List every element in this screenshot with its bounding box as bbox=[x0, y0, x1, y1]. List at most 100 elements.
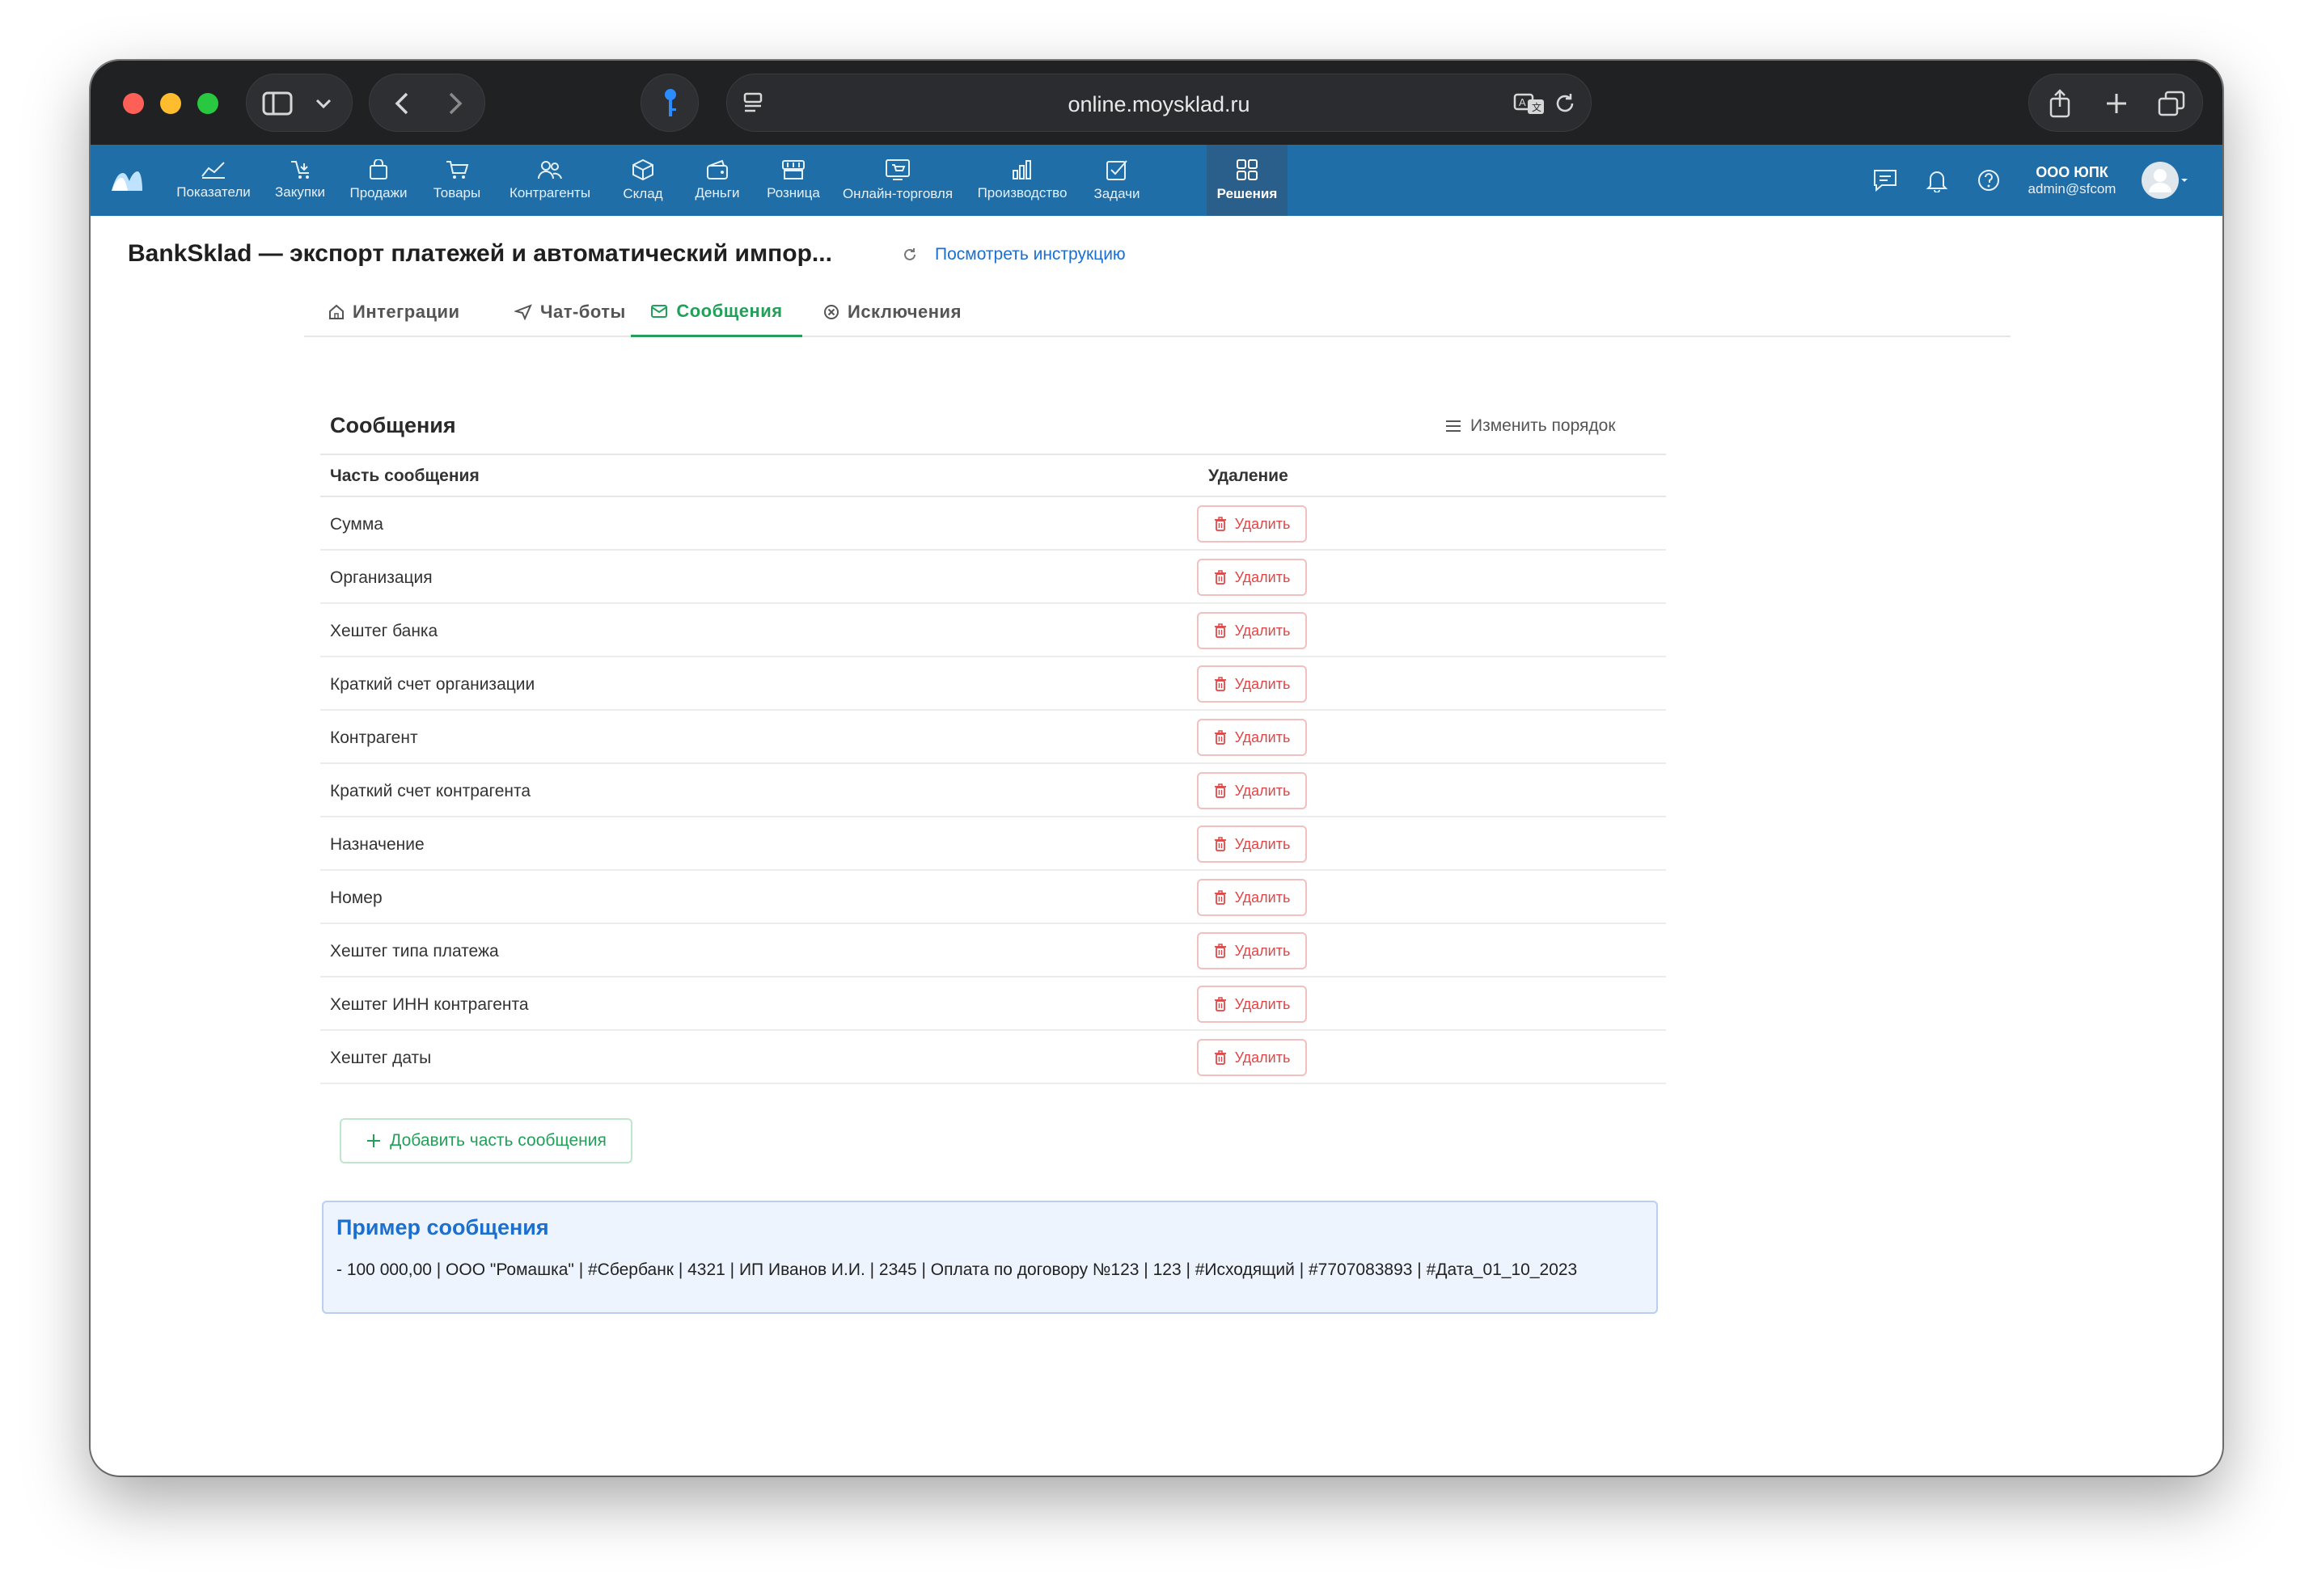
forward-arrow-icon[interactable] bbox=[441, 89, 470, 118]
add-label: Добавить часть сообщения bbox=[390, 1131, 607, 1150]
delete-label: Удалить bbox=[1234, 782, 1291, 799]
delete-button[interactable]: Удалить bbox=[1197, 879, 1307, 916]
row-label: Организация bbox=[330, 568, 433, 587]
nav-item-label: Закупки bbox=[275, 184, 325, 200]
nav-item-purchases[interactable]: Закупки bbox=[264, 145, 336, 216]
trash-icon bbox=[1214, 730, 1226, 745]
tab-exceptions[interactable]: Исключения bbox=[812, 287, 973, 337]
reload-icon[interactable] bbox=[1550, 89, 1579, 118]
help-icon[interactable] bbox=[1968, 145, 2009, 216]
account-info[interactable]: ООО ЮПК admin@sfcom bbox=[2015, 145, 2129, 216]
tab-label: Интеграции bbox=[353, 302, 460, 322]
back-arrow-icon[interactable] bbox=[387, 89, 417, 118]
delete-label: Удалить bbox=[1234, 568, 1291, 585]
instruction-link-group[interactable]: Посмотреть инструкцию bbox=[903, 245, 1126, 264]
reorder-button[interactable]: Изменить порядок bbox=[1444, 416, 1616, 436]
nav-item-tasks[interactable]: Задачи bbox=[1082, 145, 1152, 216]
nav-item-retail[interactable]: Розница bbox=[755, 145, 831, 216]
delete-button[interactable]: Удалить bbox=[1197, 505, 1307, 543]
nav-item-warehouse[interactable]: Склад bbox=[608, 145, 678, 216]
example-title: Пример сообщения bbox=[336, 1215, 549, 1239]
add-message-part-button[interactable]: Добавить часть сообщения bbox=[340, 1118, 632, 1163]
home-icon bbox=[329, 304, 344, 319]
instruction-link[interactable]: Посмотреть инструкцию bbox=[935, 245, 1126, 264]
delete-label: Удалить bbox=[1234, 728, 1291, 745]
delete-button[interactable]: Удалить bbox=[1197, 1039, 1307, 1076]
tab-overview-icon[interactable] bbox=[2155, 87, 2188, 120]
nav-item-sales[interactable]: Продажи bbox=[340, 145, 417, 216]
people-icon bbox=[538, 161, 562, 179]
new-tab-icon[interactable] bbox=[2100, 87, 2133, 120]
delete-button[interactable]: Удалить bbox=[1197, 772, 1307, 809]
row-label: Краткий счет контрагента bbox=[330, 782, 531, 800]
delete-button[interactable]: Удалить bbox=[1197, 986, 1307, 1023]
address-bar[interactable]: online.moysklad.ru A文 bbox=[726, 74, 1592, 132]
tab-chatbots[interactable]: Чат-боты bbox=[493, 287, 647, 337]
table-row: Хештег банка Удалить bbox=[320, 604, 1666, 657]
row-label: Контрагент bbox=[330, 728, 418, 747]
nav-item-indicators[interactable]: Показатели bbox=[167, 145, 260, 216]
delete-label: Удалить bbox=[1234, 622, 1291, 639]
close-window-button[interactable] bbox=[123, 93, 144, 114]
grid-icon bbox=[1237, 159, 1258, 180]
table-row: Хештег типа платежа Удалить bbox=[320, 924, 1666, 977]
delete-button[interactable]: Удалить bbox=[1197, 665, 1307, 703]
column-header-delete: Удаление bbox=[1208, 467, 1288, 485]
page-title: BankSklad — экспорт платежей и автоматич… bbox=[128, 240, 832, 267]
table-row: Краткий счет контрагента Удалить bbox=[320, 764, 1666, 817]
delete-label: Удалить bbox=[1234, 835, 1291, 852]
checkbox-icon bbox=[1106, 160, 1127, 180]
trash-icon bbox=[1214, 1050, 1226, 1065]
nav-item-production[interactable]: Производство bbox=[966, 145, 1079, 216]
chat-icon[interactable] bbox=[1865, 145, 1905, 216]
share-icon[interactable] bbox=[2044, 87, 2076, 120]
menu-icon bbox=[1446, 420, 1461, 432]
trash-icon bbox=[1214, 837, 1226, 851]
avatar[interactable] bbox=[2130, 145, 2200, 216]
tab-bar: Интеграции Чат-боты Сообщения Исключения bbox=[304, 287, 2011, 337]
purchase-icon bbox=[291, 161, 309, 179]
delete-label: Удалить bbox=[1234, 942, 1291, 959]
translate-icon[interactable]: A文 bbox=[1513, 89, 1546, 118]
nav-item-solutions[interactable]: Решения bbox=[1207, 145, 1288, 216]
row-label: Хештег типа платежа bbox=[330, 942, 499, 961]
trash-icon bbox=[1214, 890, 1226, 905]
chart-line-icon bbox=[201, 162, 225, 179]
table-row: Назначение Удалить bbox=[320, 817, 1666, 871]
passwords-button[interactable] bbox=[641, 74, 699, 132]
tab-label: Исключения bbox=[848, 302, 962, 322]
nav-item-online-trade[interactable]: Онлайн-торговля bbox=[833, 145, 962, 216]
nav-item-money[interactable]: Деньги bbox=[681, 145, 754, 216]
moysklad-logo[interactable] bbox=[107, 145, 147, 216]
delete-button[interactable]: Удалить bbox=[1197, 612, 1307, 649]
bell-icon[interactable] bbox=[1917, 145, 1957, 216]
trash-icon bbox=[1214, 997, 1226, 1011]
zoom-window-button[interactable] bbox=[197, 93, 218, 114]
delete-button[interactable]: Удалить bbox=[1197, 719, 1307, 756]
row-label: Краткий счет организации bbox=[330, 675, 535, 694]
delete-button[interactable]: Удалить bbox=[1197, 825, 1307, 863]
row-label: Хештег даты bbox=[330, 1049, 432, 1067]
bars-icon bbox=[1013, 160, 1031, 179]
nav-item-label: Продажи bbox=[349, 185, 408, 201]
row-label: Хештег банка bbox=[330, 622, 438, 640]
nav-item-label: Показатели bbox=[176, 184, 251, 200]
nav-item-goods[interactable]: Товары bbox=[421, 145, 493, 216]
row-label: Номер bbox=[330, 889, 383, 907]
nav-item-label: Деньги bbox=[695, 185, 740, 201]
sidebar-icon[interactable] bbox=[261, 89, 294, 118]
delete-button[interactable]: Удалить bbox=[1197, 559, 1307, 596]
sidebar-toggle-group bbox=[246, 74, 353, 132]
tab-messages[interactable]: Сообщения bbox=[631, 287, 802, 337]
online-store-icon bbox=[886, 159, 910, 180]
refresh-icon[interactable] bbox=[903, 247, 917, 262]
box-icon bbox=[632, 158, 653, 181]
app-navbar: Показатели Закупки Продажи Товары Контра… bbox=[91, 145, 2222, 216]
minimize-window-button[interactable] bbox=[160, 93, 181, 114]
tab-integrations[interactable]: Интеграции bbox=[304, 287, 484, 337]
nav-item-counterparties[interactable]: Контрагенты bbox=[495, 145, 605, 216]
delete-button[interactable]: Удалить bbox=[1197, 932, 1307, 969]
register-icon bbox=[782, 160, 805, 179]
row-label: Сумма bbox=[330, 515, 383, 534]
chevron-down-icon[interactable] bbox=[311, 94, 336, 113]
